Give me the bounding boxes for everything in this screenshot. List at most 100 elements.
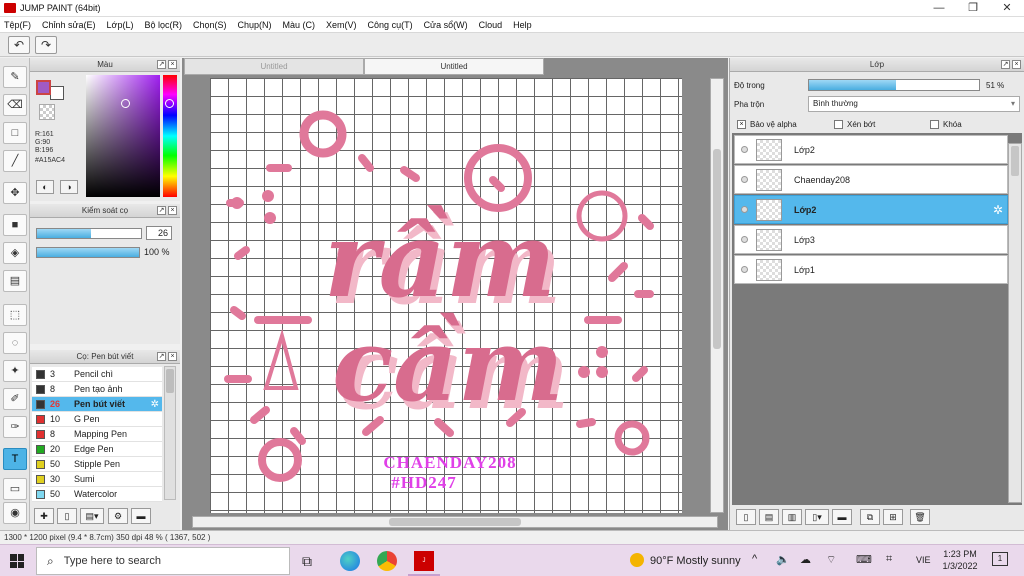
add-brush-icon[interactable]: ✚ [34, 508, 54, 524]
magic-wand-tool-icon[interactable]: ✦ [3, 360, 27, 382]
layer-row[interactable]: Chaenday208 [734, 165, 1008, 194]
primary-color-swatch[interactable] [36, 80, 51, 95]
brush-folder-icon[interactable]: ▬ [131, 508, 151, 524]
panel-close-icon[interactable]: × [168, 206, 177, 215]
layer-row[interactable]: Lớp2 [734, 135, 1008, 164]
keyboard-icon[interactable]: ⌨ [856, 553, 872, 566]
new-halftone-layer-icon[interactable]: ▥ [782, 509, 802, 525]
hscroll-thumb[interactable] [389, 518, 521, 526]
edge-browser-icon[interactable] [340, 551, 360, 571]
dropper-tool-icon[interactable]: ◉ [3, 502, 27, 524]
panel-detach-icon[interactable]: ↗ [157, 352, 166, 361]
menu-view[interactable]: Xem(V) [326, 20, 357, 30]
visibility-icon[interactable] [741, 206, 748, 213]
select-pen-tool-icon[interactable]: ✐ [3, 388, 27, 410]
transparent-color-swatch[interactable] [39, 104, 55, 120]
panel-detach-icon[interactable]: ↗ [157, 206, 166, 215]
jump-paint-taskbar-icon[interactable]: J [414, 551, 434, 571]
eraser-tool-icon[interactable]: ⌫ [3, 94, 27, 116]
weather-text[interactable]: 90°F Mostly sunny [650, 555, 741, 567]
clipping-checkbox[interactable] [834, 120, 843, 129]
visibility-icon[interactable] [741, 266, 748, 273]
duplicate-layer-icon[interactable]: ⧉ [860, 509, 880, 525]
hue-slider[interactable] [163, 75, 177, 197]
visibility-icon[interactable] [741, 236, 748, 243]
vscroll-thumb[interactable] [713, 149, 721, 349]
brush-list-item[interactable]: 26 Pen bút viết ✲ [32, 397, 162, 412]
layer-settings-icon[interactable]: ✲ [993, 203, 1003, 217]
doc-tab-2[interactable]: Untitled [364, 58, 544, 75]
menu-window[interactable]: Cửa sổ(W) [424, 20, 468, 30]
brush-settings-icon[interactable]: ✲ [151, 399, 159, 410]
chrome-browser-icon[interactable] [377, 551, 397, 571]
select-eraser-tool-icon[interactable]: ✑ [3, 416, 27, 438]
hue-cursor[interactable] [165, 99, 174, 108]
network-icon[interactable]: ⌔ [826, 553, 836, 567]
panel-close-icon[interactable]: × [168, 352, 177, 361]
brush-list-item[interactable]: 50 Stipple Pen [32, 457, 162, 472]
brush-size-slider[interactable] [36, 228, 142, 239]
onedrive-icon[interactable]: ☁ [800, 553, 811, 566]
bucket-tool-icon[interactable]: ◈ [3, 242, 27, 264]
canvas-hscrollbar[interactable] [192, 516, 718, 528]
brush-list-item[interactable]: 8 Pen tạo ảnh [32, 382, 162, 397]
new-folder-icon[interactable]: ▬ [832, 509, 852, 525]
brush-list-item[interactable]: 20 Edge Pen [32, 442, 162, 457]
palette-icon[interactable]: ◐ [36, 180, 54, 194]
new-brush-icon[interactable]: ▯ [57, 508, 77, 524]
canvas-vscrollbar[interactable] [710, 78, 724, 513]
panel-close-icon[interactable]: × [168, 60, 177, 69]
task-view-icon[interactable]: ⧉ [302, 553, 312, 570]
brush-list-scrollbar[interactable] [164, 366, 176, 500]
blend-mode-select[interactable]: Bình thường ▾ [808, 96, 1020, 112]
menu-edit[interactable]: Chỉnh sửa(E) [42, 20, 96, 30]
taskbar-search[interactable]: ⌕ Type here to search [36, 547, 290, 575]
shape-tool-icon[interactable]: □ [3, 122, 27, 144]
layer-row[interactable]: Lớp1 [734, 255, 1008, 284]
layer-row[interactable]: Lớp2 ✲ [734, 195, 1008, 224]
menu-help[interactable]: Help [513, 20, 532, 30]
menu-select[interactable]: Chọn(S) [193, 20, 227, 30]
brush-list-item[interactable]: 10 G Pen [32, 412, 162, 427]
divider-tool-icon[interactable]: ▭ [3, 478, 27, 500]
brush-opacity-slider[interactable] [36, 247, 140, 258]
volume-icon[interactable]: 🔈 [776, 553, 790, 566]
menu-color[interactable]: Màu (C) [283, 20, 316, 30]
brush-list-item[interactable]: 30 Sumi [32, 472, 162, 487]
layer-menu-icon[interactable]: ▯▾ [805, 509, 829, 525]
gradient-tool-icon[interactable]: ▤ [3, 270, 27, 292]
menu-filter[interactable]: Bộ lọc(R) [144, 20, 182, 30]
windows-start-icon[interactable] [10, 554, 24, 568]
redo-button[interactable]: ↷ [35, 36, 57, 54]
undo-button[interactable]: ↶ [8, 36, 30, 54]
menu-capture[interactable]: Chụp(N) [238, 20, 272, 30]
palette-edit-icon[interactable]: ◑ [60, 180, 78, 194]
text-tool-icon[interactable]: T [3, 448, 27, 470]
panel-close-icon[interactable]: × [1012, 60, 1021, 69]
input-language[interactable]: VIE [916, 555, 931, 565]
merge-layer-icon[interactable]: ⊞ [883, 509, 903, 525]
secondary-color-swatch[interactable] [50, 86, 64, 100]
brush-list-item[interactable]: 3 Pencil chì [32, 367, 162, 382]
clock[interactable]: 1:23 PM 1/3/2022 [940, 548, 980, 572]
doc-tab-1[interactable]: Untitled [184, 58, 364, 75]
scroll-thumb[interactable] [1011, 146, 1019, 176]
lasso-tool-icon[interactable]: ◌ [3, 332, 27, 354]
fill-rect-tool-icon[interactable]: ■ [3, 214, 27, 236]
menu-cloud[interactable]: Cloud [479, 20, 503, 30]
layer-row[interactable]: Lớp3 [734, 225, 1008, 254]
new-text-layer-icon[interactable]: ▤ [759, 509, 779, 525]
brush-list-item[interactable]: 50 Watercolor [32, 487, 162, 502]
delete-layer-icon[interactable]: 🗑 [910, 509, 930, 525]
wifi-icon[interactable]: ⌗ [886, 553, 892, 566]
brush-menu-icon[interactable]: ▤▾ [80, 508, 104, 524]
menu-file[interactable]: Tệp(F) [4, 20, 31, 30]
new-layer-icon[interactable]: ▯ [736, 509, 756, 525]
saturation-value-picker[interactable] [86, 75, 160, 197]
menu-layer[interactable]: Lớp(L) [107, 20, 134, 30]
blur-tool-icon[interactable]: ╱ [3, 150, 27, 172]
layer-list-scrollbar[interactable] [1008, 143, 1022, 503]
brush-tool-icon[interactable]: ✎ [3, 66, 27, 88]
visibility-icon[interactable] [741, 146, 748, 153]
drawing-canvas[interactable]: rầm rầm cầm cầm CHAENDAY208 #HD247 [210, 78, 682, 513]
